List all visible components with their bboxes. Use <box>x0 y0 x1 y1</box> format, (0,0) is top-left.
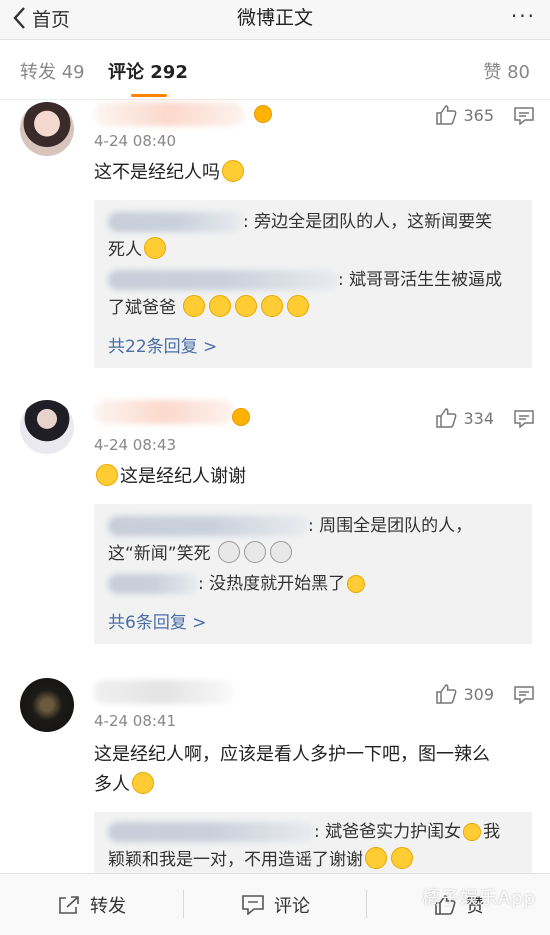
reply-icon[interactable] <box>514 107 534 125</box>
comment-item: 334 4-24 08:43 这是经纪人谢谢 : 周围全是团队的人， 这“新闻”… <box>0 398 550 648</box>
forward-button[interactable]: 转发 <box>58 892 126 918</box>
reply-icon[interactable] <box>514 410 534 428</box>
laugh-emoji-icon <box>261 295 284 317</box>
tab-likes[interactable]: 赞 80 <box>483 60 530 86</box>
thumbs-up-icon <box>436 105 457 125</box>
reply-item: : 斌爸爸实力护闺女我 颖颖和我是一对，不用造谣了谢谢 <box>108 822 501 870</box>
reply-username-blurred[interactable] <box>108 270 338 290</box>
avatar[interactable] <box>20 102 74 156</box>
shush-emoji-icon <box>132 772 154 794</box>
like-count: 309 <box>463 684 494 704</box>
comment-time: 4-24 08:40 <box>94 132 177 150</box>
comment-button[interactable]: 评论 <box>242 892 310 918</box>
more-replies-link[interactable]: 共6条回复 > <box>108 608 206 633</box>
comment-text: 这是经纪人啊，应该是看人多护一下吧，图一辣么 多人 <box>94 744 490 795</box>
reply-username-blurred[interactable] <box>108 574 198 594</box>
reply-preview-box[interactable]: : 旁边全是团队的人，这新闻要笑 死人 : 斌哥哥活生生被逼成 了斌爸爸 共22… <box>94 200 532 368</box>
divider <box>366 890 367 918</box>
more-options-button[interactable]: ··· <box>511 4 536 28</box>
username-blurred[interactable] <box>94 680 234 704</box>
comment-item: 309 4-24 08:41 这是经纪人啊，应该是看人多护一下吧，图一辣么 多人… <box>0 676 550 876</box>
laugh-emoji-icon <box>209 295 232 317</box>
tab-bar: 转发 49 评论 292 赞 80 <box>0 40 550 100</box>
reply-preview-box[interactable]: : 斌爸爸实力护闺女我 颖颖和我是一对，不用造谣了谢谢 <box>94 812 532 876</box>
comment-item: 365 4-24 08:40 这不是经纪人吗 : 旁边全是团队的人，这新闻要笑 … <box>0 100 550 380</box>
username-blurred[interactable] <box>94 400 234 424</box>
divider <box>183 890 184 918</box>
top-navigation-bar: 首页 微博正文 ··· <box>0 0 550 40</box>
comment-text: 这不是经纪人吗 <box>94 158 534 188</box>
laugh-emoji-icon <box>287 295 310 317</box>
like-count: 334 <box>463 408 494 428</box>
member-badge-icon <box>254 105 272 123</box>
thumbs-up-icon <box>436 684 457 704</box>
reply-username-blurred[interactable] <box>108 822 314 842</box>
reply-preview-box[interactable]: : 周围全是团队的人， 这“新闻”笑死 : 没热度就开始黑了 共6条回复 > <box>94 504 532 644</box>
like-button[interactable]: 309 <box>435 684 494 704</box>
crying-emoji-icon <box>270 541 293 563</box>
laugh-emoji-icon <box>183 295 206 317</box>
more-replies-link[interactable]: 共22条回复 > <box>108 332 217 357</box>
reply-icon[interactable] <box>514 686 534 704</box>
reply-username-blurred[interactable] <box>108 212 243 232</box>
like-count: 365 <box>463 105 494 125</box>
username-blurred[interactable] <box>94 102 244 126</box>
thumbs-up-icon <box>436 408 457 428</box>
share-icon <box>59 896 79 914</box>
reply-item: : 周围全是团队的人， 这“新闻”笑死 <box>108 516 473 564</box>
tab-forward[interactable]: 转发 49 <box>20 60 85 86</box>
crown-emoji-icon <box>347 575 366 593</box>
tab-comments[interactable]: 评论 292 <box>108 60 188 86</box>
like-button[interactable]: 365 <box>435 105 494 125</box>
crying-emoji-icon <box>218 541 241 563</box>
crying-emoji-icon <box>244 541 267 563</box>
thinking-emoji-icon <box>96 464 118 486</box>
watermark-text: 橘子娱乐App <box>421 888 536 909</box>
avatar[interactable] <box>20 678 74 732</box>
reply-item: : 斌哥哥活生生被逼成 了斌爸爸 <box>108 270 503 318</box>
member-badge-icon <box>232 408 250 426</box>
page-title: 微博正文 <box>236 7 313 29</box>
active-tab-indicator <box>131 94 167 97</box>
laugh-emoji-icon <box>144 237 166 259</box>
comment-time: 4-24 08:41 <box>94 712 177 730</box>
laugh-emoji-icon <box>235 295 258 317</box>
comment-time: 4-24 08:43 <box>94 436 177 454</box>
comment-icon <box>242 895 264 915</box>
thinking-emoji-icon <box>365 847 387 869</box>
thinking-emoji-icon <box>222 160 244 182</box>
like-button[interactable]: 334 <box>435 408 494 428</box>
reply-item: : 旁边全是团队的人，这新闻要笑 死人 <box>108 212 493 260</box>
reply-item: : 没热度就开始黑了 <box>108 570 520 598</box>
comment-text: 这是经纪人谢谢 <box>94 462 534 492</box>
crown-emoji-icon <box>463 823 482 841</box>
thinking-emoji-icon <box>391 847 413 869</box>
reply-username-blurred[interactable] <box>108 516 308 536</box>
avatar[interactable] <box>20 400 74 454</box>
